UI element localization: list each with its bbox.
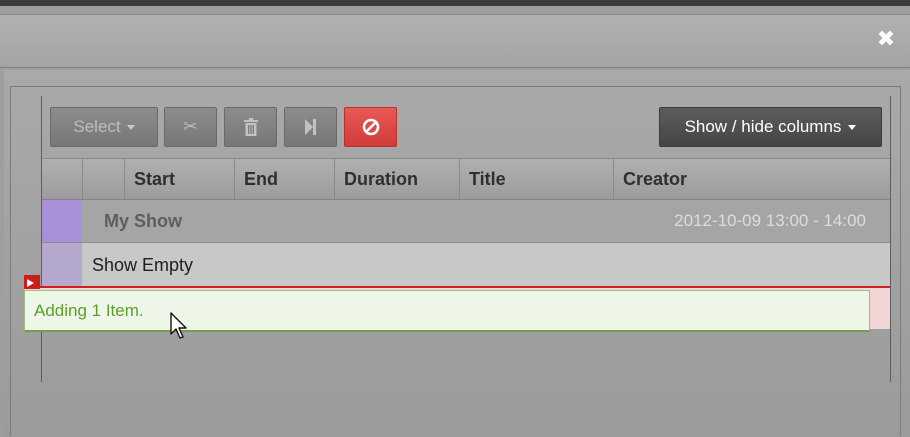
select-label: Select <box>73 117 121 136</box>
show-hide-columns-button[interactable]: Show / hide columns <box>659 107 882 147</box>
show-header-row[interactable]: My Show 2012-10-09 13:00 - 14:00 <box>42 200 890 243</box>
delete-button[interactable] <box>224 107 277 147</box>
show-color-swatch <box>42 200 82 242</box>
show-time-range: 2012-10-09 13:00 - 14:00 <box>674 211 866 230</box>
playlist-toolbar: Select ✂ Show / hide columns <box>50 107 882 147</box>
skip-button[interactable] <box>284 107 337 147</box>
show-hide-columns-label: Show / hide columns <box>684 117 842 136</box>
empty-row-swatch <box>42 243 82 287</box>
show-empty-row[interactable]: Show Empty <box>42 243 890 287</box>
chevron-down-icon <box>848 124 857 130</box>
table-header: Start End Duration Title Creator <box>42 158 890 200</box>
scissors-icon: ✂ <box>183 117 198 136</box>
drop-indicator-line <box>24 286 890 288</box>
cancel-show-button[interactable] <box>344 107 397 147</box>
skip-forward-icon <box>304 119 316 135</box>
column-header-checkbox[interactable] <box>82 159 124 199</box>
select-dropdown-button[interactable]: Select <box>50 107 158 147</box>
column-header-duration[interactable]: Duration <box>334 159 459 199</box>
chevron-down-icon <box>126 124 135 130</box>
column-header-start[interactable]: Start <box>124 159 234 199</box>
column-header-title[interactable]: Title <box>459 159 613 199</box>
trash-icon <box>243 118 258 136</box>
close-icon[interactable]: ✖ <box>876 29 896 51</box>
mouse-pointer-icon <box>170 312 187 339</box>
drag-helper-text: Adding 1 Item. <box>34 301 144 320</box>
cut-button[interactable]: ✂ <box>164 107 217 147</box>
cancel-circle-icon <box>362 118 379 136</box>
dialog-titlebar: ✖ <box>0 14 910 68</box>
column-header-creator[interactable]: Creator <box>613 159 890 199</box>
show-empty-label: Show Empty <box>92 255 194 275</box>
drop-marker-icon <box>24 275 40 289</box>
show-name: My Show <box>104 211 183 231</box>
window-top-bar <box>0 0 910 6</box>
column-header-color[interactable] <box>42 159 82 199</box>
drag-helper[interactable]: Adding 1 Item. <box>24 290 870 332</box>
column-header-end[interactable]: End <box>234 159 334 199</box>
